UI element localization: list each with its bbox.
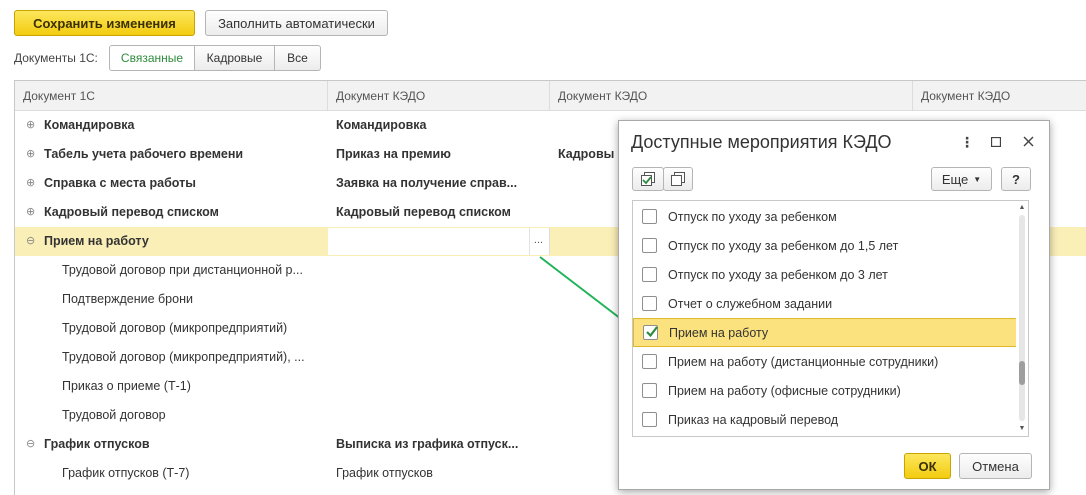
event-item-label: Прием на работу (офисные сотрудники) xyxy=(668,383,901,398)
checkbox[interactable] xyxy=(642,412,657,427)
checkbox[interactable] xyxy=(642,267,657,282)
uncheck-all-icon xyxy=(671,172,685,186)
event-item-label: Отпуск по уходу за ребенком до 3 лет xyxy=(668,267,888,282)
scrollbar[interactable]: ▲ ▼ xyxy=(1016,201,1028,436)
uncheck-all-button[interactable] xyxy=(663,167,693,191)
checkbox[interactable] xyxy=(642,296,657,311)
event-item-label: Отчет о служебном задании xyxy=(668,296,833,311)
ok-button[interactable]: ОК xyxy=(904,453,951,479)
scroll-down-icon[interactable]: ▼ xyxy=(1018,425,1026,433)
event-item-label: Отпуск по уходу за ребенком xyxy=(668,209,837,224)
help-button[interactable]: ? xyxy=(1001,167,1031,191)
dialog-title: Доступные мероприятия КЭДО xyxy=(631,132,892,152)
scrollbar-thumb[interactable] xyxy=(1019,361,1025,385)
event-item[interactable]: Отпуск по уходу за ребенком до 3 лет xyxy=(633,260,1018,289)
scrollbar-track[interactable] xyxy=(1019,215,1025,421)
more-button-label: Еще xyxy=(941,171,969,187)
check-all-icon xyxy=(641,172,655,186)
checkbox-checked[interactable] xyxy=(643,325,658,340)
event-item-label: Отпуск по уходу за ребенком до 1,5 лет xyxy=(668,238,899,253)
event-item-label: Прием на работу (дистанционные сотрудник… xyxy=(668,354,939,369)
event-item-label: Прием на работу xyxy=(669,325,769,340)
cancel-button[interactable]: Отмена xyxy=(959,453,1032,479)
scroll-up-icon[interactable]: ▲ xyxy=(1018,204,1026,212)
event-item[interactable]: Отпуск по уходу за ребенком до 1,5 лет xyxy=(633,231,1018,260)
events-list: Отпуск по уходу за ребенком Отпуск по ухо… xyxy=(632,200,1029,437)
checkbox[interactable] xyxy=(642,354,657,369)
event-item[interactable]: Отпуск по уходу за ребенком xyxy=(633,202,1018,231)
event-item[interactable]: Приказ на кадровый перевод xyxy=(633,405,1018,434)
checkmark-icon xyxy=(646,326,658,338)
checkbox[interactable] xyxy=(642,383,657,398)
checkbox[interactable] xyxy=(642,238,657,253)
event-item[interactable]: Прием на работу xyxy=(633,318,1018,347)
event-item[interactable]: Прием на работу (офисные сотрудники) xyxy=(633,376,1018,405)
checkbox[interactable] xyxy=(642,209,657,224)
kedo-events-dialog: Доступные мероприятия КЭДО ⋮ Еще ▼ ? Отп… xyxy=(618,120,1050,490)
close-icon[interactable] xyxy=(1017,131,1039,153)
check-all-button[interactable] xyxy=(632,167,664,191)
event-item[interactable]: Прием на работу (дистанционные сотрудник… xyxy=(633,347,1018,376)
event-item[interactable]: Отчет о служебном задании xyxy=(633,289,1018,318)
maximize-icon[interactable] xyxy=(985,131,1007,153)
chevron-down-icon: ▼ xyxy=(973,174,982,184)
more-actions-icon[interactable]: ⋮ xyxy=(956,131,978,153)
more-button[interactable]: Еще ▼ xyxy=(931,167,992,191)
event-item-label: Приказ на кадровый перевод xyxy=(668,412,839,427)
